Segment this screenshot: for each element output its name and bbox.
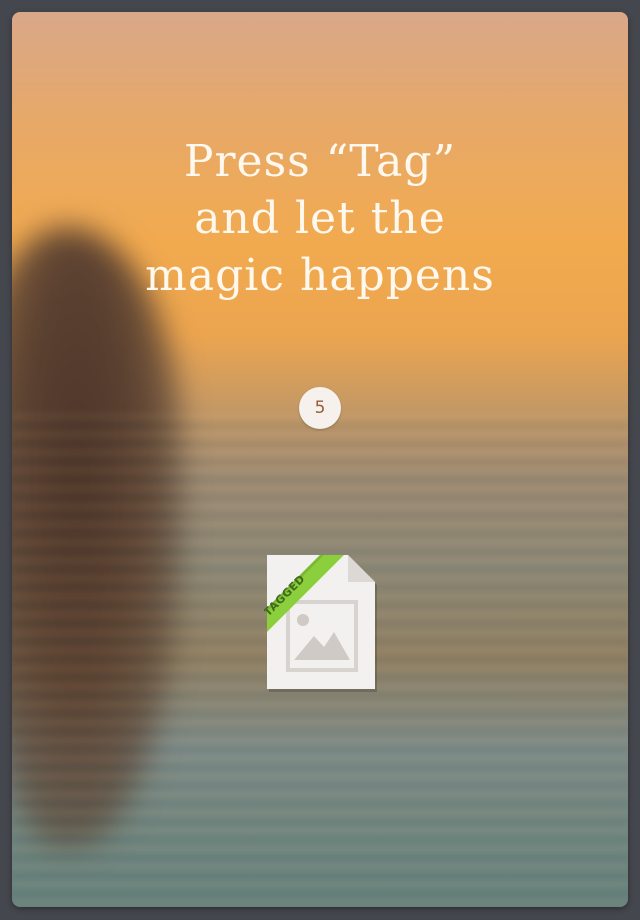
onboarding-card: Press “Tag” and let the magic happens 5 [12, 12, 628, 907]
headline-line-1: Press “Tag” [183, 136, 457, 188]
tagged-image-file-icon: TAGGED [264, 552, 378, 692]
headline-line-2: and let the [194, 193, 446, 245]
image-sun-icon [297, 614, 309, 626]
headline-line-3: magic happens [145, 250, 495, 302]
step-number-badge: 5 [299, 387, 341, 429]
onboarding-headline: Press “Tag” and let the magic happens [12, 133, 628, 304]
